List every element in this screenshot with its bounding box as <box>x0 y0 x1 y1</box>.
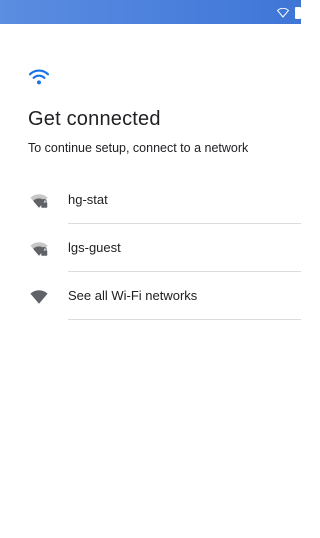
see-all-networks[interactable]: See all Wi-Fi networks <box>0 272 301 320</box>
network-item[interactable]: hg-stat <box>0 176 301 224</box>
wifi-locked-icon <box>30 193 48 209</box>
see-all-networks-label: See all Wi-Fi networks <box>68 288 198 303</box>
network-label: hg-stat <box>68 192 108 207</box>
status-icons <box>277 6 301 20</box>
battery-icon <box>295 7 301 19</box>
page-title: Get connected <box>28 108 161 130</box>
network-label: lgs-guest <box>68 240 121 255</box>
divider <box>68 319 301 320</box>
wifi-icon <box>28 68 50 86</box>
wifi-icon <box>30 289 48 305</box>
wifi-locked-icon <box>30 241 48 257</box>
page-subtitle: To continue setup, connect to a network <box>28 141 249 155</box>
wifi-icon <box>277 8 289 18</box>
status-bar <box>0 0 301 24</box>
network-item[interactable]: lgs-guest <box>0 224 301 272</box>
